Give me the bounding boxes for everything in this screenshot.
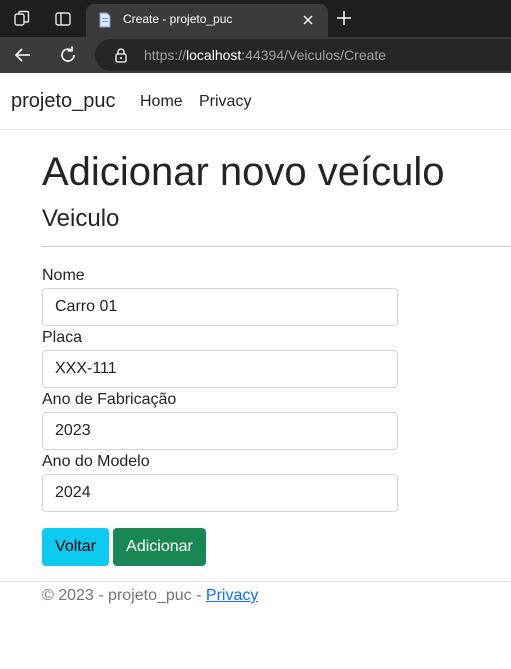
- placa-input[interactable]: [42, 350, 398, 388]
- nav-link-privacy[interactable]: Privacy: [199, 93, 251, 111]
- nav-link-home[interactable]: Home: [140, 93, 183, 111]
- workspaces-icon[interactable]: [12, 9, 32, 29]
- site-footer: © 2023 - projeto_puc - Privacy: [0, 581, 511, 669]
- divider: [42, 246, 511, 247]
- tab-actions-icon[interactable]: [53, 9, 73, 29]
- close-tab-icon[interactable]: [301, 13, 315, 27]
- lock-icon[interactable]: [113, 47, 129, 63]
- form-subtitle: Veiculo: [42, 205, 120, 232]
- browser-tabstrip: Create - projeto_puc: [0, 0, 511, 37]
- ano-modelo-label: Ano do Modelo: [42, 453, 150, 470]
- placa-label: Placa: [42, 329, 83, 346]
- web-page: projeto_puc Home Privacy Adicionar novo …: [0, 73, 511, 669]
- browser-tab[interactable]: Create - projeto_puc: [86, 4, 328, 37]
- copyright-text: © 2023 - projeto_puc -: [42, 587, 206, 604]
- address-bar[interactable]: https://localhost:44394/Veiculos/Create: [95, 39, 511, 71]
- add-button[interactable]: Adicionar: [113, 528, 206, 566]
- nome-input[interactable]: [42, 288, 398, 326]
- tab-title: Create - projeto_puc: [123, 12, 233, 26]
- site-navbar: projeto_puc Home Privacy: [0, 73, 511, 130]
- page-favicon-icon: [97, 12, 113, 28]
- url-text: https://localhost:44394/Veiculos/Create: [144, 47, 387, 63]
- footer-privacy-link[interactable]: Privacy: [206, 587, 258, 604]
- page-title: Adicionar novo veículo: [42, 150, 445, 194]
- back-button[interactable]: Voltar: [42, 528, 109, 566]
- ano-modelo-input[interactable]: [42, 474, 398, 512]
- reload-icon[interactable]: [57, 44, 79, 66]
- browser-toolbar: https://localhost:44394/Veiculos/Create: [0, 37, 511, 73]
- brand-link[interactable]: projeto_puc: [11, 90, 116, 113]
- nome-label: Nome: [42, 267, 85, 284]
- new-tab-icon[interactable]: [335, 9, 353, 27]
- ano-fabricacao-label: Ano de Fabricação: [42, 391, 177, 408]
- ano-fabricacao-input[interactable]: [42, 412, 398, 450]
- footer-text: © 2023 - projeto_puc - Privacy: [42, 587, 258, 605]
- back-icon[interactable]: [12, 44, 34, 66]
